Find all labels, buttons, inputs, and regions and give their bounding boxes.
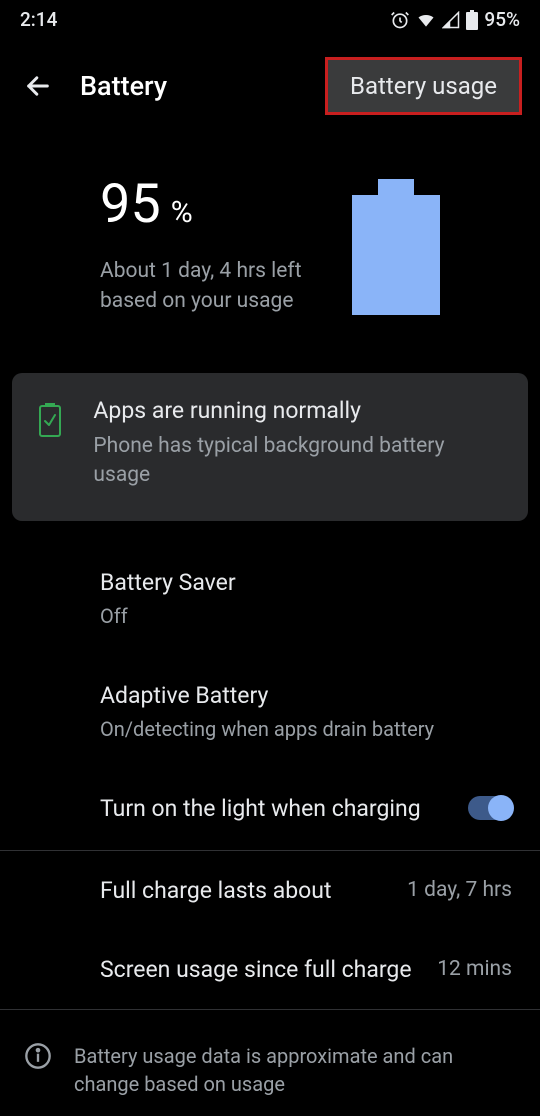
back-button[interactable] <box>22 70 54 102</box>
adaptive-battery-status: On/detecting when apps drain battery <box>100 717 512 741</box>
screen-usage-title: Screen usage since full charge <box>100 954 417 985</box>
charging-light-setting[interactable]: Turn on the light when charging <box>0 767 540 850</box>
adaptive-battery-title: Adaptive Battery <box>100 680 512 711</box>
alarm-icon <box>390 10 410 30</box>
full-charge-value: 1 day, 7 hrs <box>407 878 512 902</box>
battery-summary-text: 95 % About 1 day, 4 hrs left based on yo… <box>100 173 312 317</box>
battery-percent: 95 % <box>100 173 312 236</box>
full-charge-stat[interactable]: Full charge lasts about 1 day, 7 hrs <box>0 851 540 930</box>
battery-icon <box>352 179 440 315</box>
toggle-knob <box>488 795 514 821</box>
footer-note: Battery usage data is approximate and ca… <box>0 1024 540 1116</box>
header: Battery Battery usage <box>0 39 540 129</box>
charging-light-title: Turn on the light when charging <box>100 793 448 824</box>
status-right: 95% <box>390 8 520 31</box>
footer-text: Battery usage data is approximate and ca… <box>74 1042 512 1098</box>
full-charge-title: Full charge lasts about <box>100 875 387 906</box>
battery-saver-title: Battery Saver <box>100 567 512 598</box>
battery-summary: 95 % About 1 day, 4 hrs left based on yo… <box>0 129 540 359</box>
screen-usage-value: 12 mins <box>437 957 512 981</box>
battery-health-icon <box>36 397 63 437</box>
signal-icon <box>442 11 460 29</box>
apps-status-text: Apps are running normally Phone has typi… <box>93 397 498 491</box>
page-title: Battery <box>80 70 167 102</box>
wifi-icon <box>416 10 436 30</box>
arrow-left-icon <box>24 72 52 100</box>
screen-usage-stat[interactable]: Screen usage since full charge 12 mins <box>0 930 540 1009</box>
battery-status-percent: 95% <box>484 8 520 31</box>
apps-status-subtitle: Phone has typical background battery usa… <box>93 432 498 491</box>
battery-saver-setting[interactable]: Battery Saver Off <box>0 541 540 654</box>
battery-percent-symbol: % <box>171 195 193 230</box>
apps-status-card[interactable]: Apps are running normally Phone has typi… <box>12 373 528 521</box>
status-time: 2:14 <box>20 8 57 31</box>
battery-percent-value: 95 <box>100 173 161 236</box>
adaptive-battery-setting[interactable]: Adaptive Battery On/detecting when apps … <box>0 654 540 767</box>
battery-estimate: About 1 day, 4 hrs left based on your us… <box>100 256 312 317</box>
battery-saver-status: Off <box>100 604 512 628</box>
battery-status-icon <box>466 10 478 30</box>
battery-usage-button[interactable]: Battery usage <box>325 57 522 115</box>
charging-light-toggle[interactable] <box>468 796 512 820</box>
info-icon <box>24 1042 52 1070</box>
apps-status-title: Apps are running normally <box>93 397 498 424</box>
divider <box>0 1009 540 1010</box>
status-bar: 2:14 95% <box>0 0 540 39</box>
